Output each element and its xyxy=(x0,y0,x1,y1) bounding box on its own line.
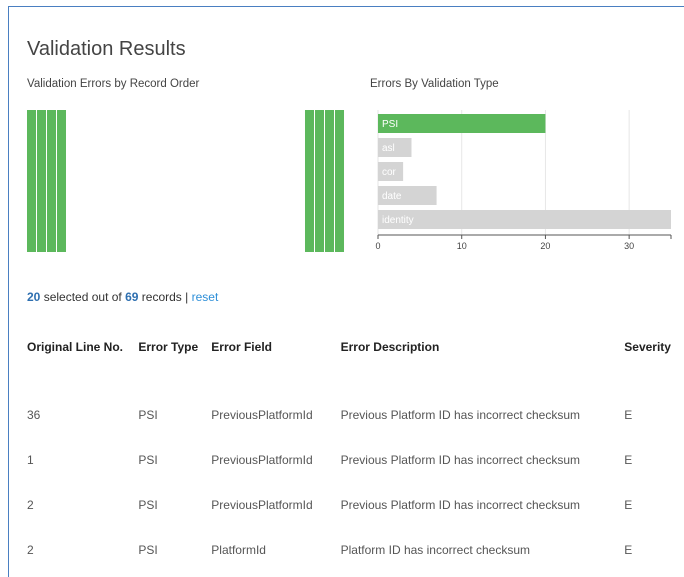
x-tick-label: 20 xyxy=(540,241,550,251)
bar-label-asl: asl xyxy=(382,143,395,154)
table-row[interactable]: 2 PSI PlatformId Platform ID has incorre… xyxy=(27,527,684,572)
cell-error-description: Previous Platform ID has incorrect check… xyxy=(340,407,581,422)
reset-link[interactable]: reset xyxy=(192,290,219,304)
cell-severity: E xyxy=(624,407,633,422)
bar-label-PSI: PSI xyxy=(382,119,398,130)
cell-error-field: PreviousPlatformId xyxy=(211,452,313,467)
bar-PSI xyxy=(378,114,546,133)
cell-error-description: Previous Platform ID has incorrect check… xyxy=(340,452,581,467)
cell-severity: E xyxy=(624,497,633,512)
selected-text: selected out of xyxy=(40,290,126,304)
table-row[interactable]: 36 PSI PreviousPlatformId Previous Platf… xyxy=(27,392,684,437)
bar-label-date: date xyxy=(382,191,402,202)
results-table: Original Line No. Error Type Error Field… xyxy=(27,330,684,572)
cell-error-description: Platform ID has incorrect checksum xyxy=(340,542,531,557)
cell-error-type: PSI xyxy=(138,497,158,512)
cell-error-field: PreviousPlatformId xyxy=(211,407,313,422)
column-header-line-no[interactable]: Original Line No. xyxy=(27,330,138,364)
column-header-severity[interactable]: Severity xyxy=(624,330,684,364)
x-tick-label: 10 xyxy=(457,241,467,251)
selected-count: 20 xyxy=(27,290,41,304)
records-text: records | xyxy=(138,290,192,304)
cell-line-no: 2 xyxy=(27,497,34,512)
cell-error-field: PreviousPlatformId xyxy=(211,497,313,512)
cell-error-type: PSI xyxy=(138,452,158,467)
x-tick-label: 0 xyxy=(375,241,380,251)
cell-severity: E xyxy=(624,452,633,467)
selection-summary: 20 selected out of 69 records | reset xyxy=(27,290,218,304)
table-header-row: Original Line No. Error Type Error Field… xyxy=(27,330,684,364)
cell-error-type: PSI xyxy=(138,542,158,557)
total-count: 69 xyxy=(125,290,139,304)
column-header-error-description[interactable]: Error Description xyxy=(341,330,625,364)
x-tick-label: 30 xyxy=(624,241,634,251)
cell-line-no: 36 xyxy=(27,407,41,422)
cell-line-no: 1 xyxy=(27,452,34,467)
cell-line-no: 2 xyxy=(27,542,34,557)
bar-identity xyxy=(378,210,671,229)
cell-error-type: PSI xyxy=(138,407,158,422)
table-row[interactable]: 2 PSI PreviousPlatformId Previous Platfo… xyxy=(27,482,684,527)
column-header-error-field[interactable]: Error Field xyxy=(211,330,340,364)
bar-label-identity: identity xyxy=(382,215,414,226)
cell-error-field: PlatformId xyxy=(211,542,266,557)
cell-error-description: Previous Platform ID has incorrect check… xyxy=(340,497,581,512)
table-row[interactable]: 1 PSI PreviousPlatformId Previous Platfo… xyxy=(27,437,684,482)
column-header-error-type[interactable]: Error Type xyxy=(138,330,211,364)
cell-severity: E xyxy=(624,542,633,557)
table-spacer xyxy=(27,364,684,392)
bar-label-cor: cor xyxy=(382,167,397,178)
